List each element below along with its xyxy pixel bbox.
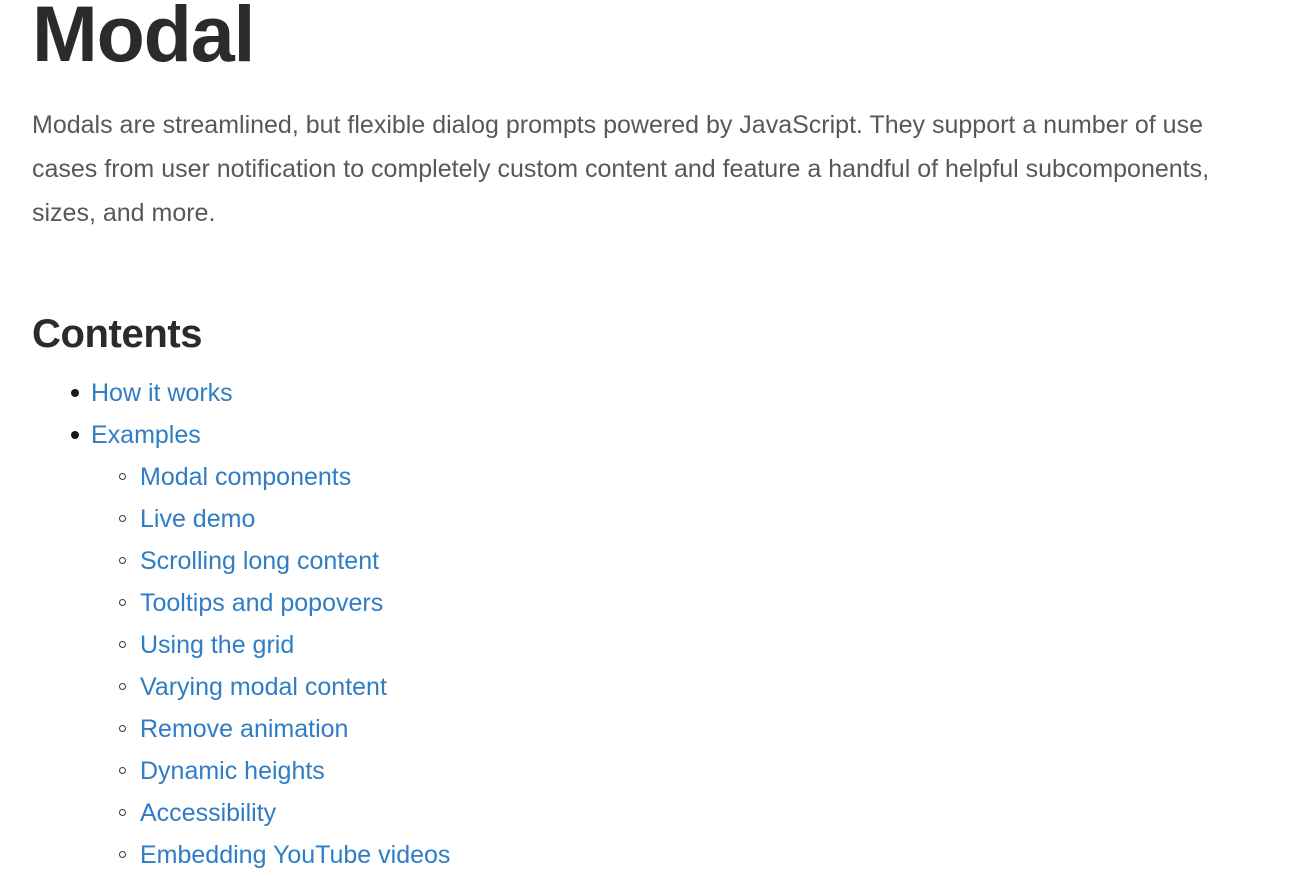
- toc-link-scrolling-long-content[interactable]: Scrolling long content: [140, 547, 379, 575]
- bullet-circle-icon: [119, 725, 126, 732]
- list-item: Accessibility: [119, 792, 1191, 834]
- list-item: Live demo: [119, 498, 1191, 540]
- list-item: How it works: [71, 372, 1191, 414]
- contents-heading: Contents: [32, 312, 203, 356]
- toc-link-using-the-grid[interactable]: Using the grid: [140, 631, 294, 659]
- bullet-circle-icon: [119, 851, 126, 858]
- table-of-contents: How it works Examples Modal components L…: [32, 372, 1191, 876]
- list-item: Dynamic heights: [119, 750, 1191, 792]
- lead-paragraph: Modals are streamlined, but flexible dia…: [32, 111, 1210, 227]
- documentation-page: Modal Modals are streamlined, but flexib…: [0, 0, 1303, 874]
- list-item: Remove animation: [119, 708, 1191, 750]
- toc-link-remove-animation[interactable]: Remove animation: [140, 715, 348, 743]
- toc-link-how-it-works[interactable]: How it works: [91, 379, 233, 407]
- list-item: Modal components: [119, 456, 1191, 498]
- bullet-circle-icon: [119, 473, 126, 480]
- toc-link-embedding-youtube-videos[interactable]: Embedding YouTube videos: [140, 841, 450, 869]
- bullet-circle-icon: [119, 683, 126, 690]
- toc-link-varying-modal-content[interactable]: Varying modal content: [140, 673, 387, 701]
- toc-link-accessibility[interactable]: Accessibility: [140, 799, 276, 827]
- toc-link-live-demo[interactable]: Live demo: [140, 505, 255, 533]
- bullet-disc-icon: [71, 431, 79, 439]
- list-item: Examples Modal components Live demo Scro…: [71, 414, 1191, 876]
- list-item: Varying modal content: [119, 666, 1191, 708]
- bullet-circle-icon: [119, 641, 126, 648]
- list-item: Scrolling long content: [119, 540, 1191, 582]
- list-item: Tooltips and popovers: [119, 582, 1191, 624]
- list-item: Using the grid: [119, 624, 1191, 666]
- toc-link-dynamic-heights[interactable]: Dynamic heights: [140, 757, 325, 785]
- toc-link-examples[interactable]: Examples: [91, 421, 201, 449]
- toc-link-tooltips-and-popovers[interactable]: Tooltips and popovers: [140, 589, 383, 617]
- bullet-circle-icon: [119, 599, 126, 606]
- table-of-contents-sublist: Modal components Live demo Scrolling lon…: [91, 456, 1191, 876]
- bullet-circle-icon: [119, 767, 126, 774]
- list-item: Embedding YouTube videos: [119, 834, 1191, 876]
- bullet-disc-icon: [71, 389, 79, 397]
- bullet-circle-icon: [119, 557, 126, 564]
- bullet-circle-icon: [119, 809, 126, 816]
- bullet-circle-icon: [119, 515, 126, 522]
- toc-link-modal-components[interactable]: Modal components: [140, 463, 351, 491]
- page-title: Modal: [32, 0, 255, 78]
